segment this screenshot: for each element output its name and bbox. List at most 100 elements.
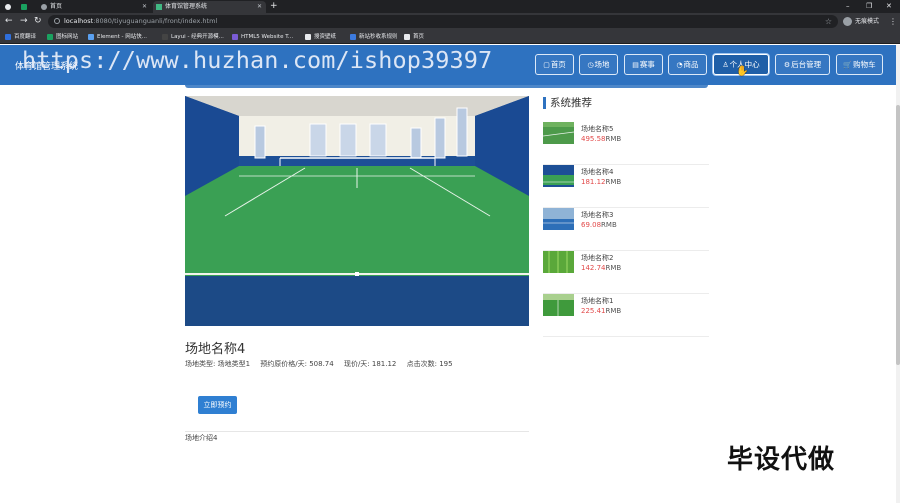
bookmark-label: 图标网站 [56,34,79,40]
chrome-icon [5,4,11,10]
nav-events-icon: ▤ [632,61,639,69]
nav-label: 首页 [550,60,566,69]
url-input[interactable]: localhost:8080/tiyuguanguanli/front/inde… [48,15,838,28]
price-currency: RMB [605,307,622,315]
page-scrollbar[interactable] [896,45,900,503]
price-value: 495.58 [581,135,606,143]
venue-image [185,96,529,326]
recommend-thumbnail[interactable] [543,165,574,187]
bookmark-item[interactable]: Layui - 经典开源模... [162,30,224,44]
bookmark-item[interactable]: 百度翻译 [5,30,36,44]
close-window-button[interactable]: ✕ [886,0,892,12]
nav-home-button[interactable]: ▢首页 [535,54,574,75]
venue-type: 场地类型: 场地类型1 [185,360,251,368]
nav-products-icon: ◔ [676,61,683,69]
venue-intro: 场地介绍4 [185,434,218,442]
nav-admin-button[interactable]: ⚙后台管理 [775,54,830,75]
recommend-name: 场地名称1 [581,297,614,305]
bookmark-label: Layui - 经典开源模... [171,34,224,40]
price-currency: RMB [605,178,622,186]
site-title: 体育馆管理系统 [15,62,79,72]
recommend-thumbnail[interactable] [543,122,574,144]
bookmark-star-icon[interactable]: ☆ [825,15,832,28]
recommend-item[interactable]: 场地名称5 495.58RMB [543,122,709,165]
bookmark-item[interactable]: 首页 [404,30,424,44]
recommend-price: 181.12RMB [581,178,621,186]
nav-cart-button[interactable]: 🛒购物车 [836,54,883,75]
browser-tab-strip: 首页 ✕ 体育馆管理系统 ✕ + – ❐ ✕ [0,0,900,13]
price-currency: RMB [605,135,622,143]
venue-click-count: 点击次数: 195 [406,360,453,368]
bookmark-item[interactable]: Element - 网站快... [88,30,147,44]
price-currency: RMB [601,221,617,229]
price-value: 181.12 [581,178,606,186]
nav-label: 商品 [683,60,699,69]
bookmark-favicon-icon [162,34,168,40]
bookmark-item[interactable]: 新站秒收系规则 [350,30,398,44]
tab-close-icon[interactable]: ✕ [142,1,147,13]
reload-icon[interactable]: ↻ [34,15,42,28]
new-tab-button[interactable]: + [270,0,278,12]
bookmark-label: HTML5 Website T... [241,34,294,40]
browser-tab-pinned-2[interactable] [18,1,34,13]
bookmark-item[interactable]: 图标网站 [47,30,78,44]
tab-close-icon[interactable]: ✕ [257,1,262,13]
browser-menu-icon[interactable]: ⋮ [889,15,897,28]
recommend-item[interactable]: 场地名称3 69.08RMB [543,208,709,251]
bookmark-label: 新站秒收系规则 [359,34,398,40]
price-value: 69.08 [581,221,602,229]
browser-tab-system[interactable]: 体育馆管理系统 ✕ [153,1,266,13]
bookmark-favicon-icon [350,34,356,40]
forward-icon[interactable]: → [20,15,28,28]
scrollbar-thumb[interactable] [896,105,900,365]
nav-home-icon: ▢ [543,61,550,69]
tab-title: 首页 [50,3,63,10]
recommend-name: 场地名称4 [581,168,614,176]
bookmark-label: 首页 [413,34,425,40]
bookmark-label: Element - 网站快... [97,34,147,40]
minimize-button[interactable]: – [846,0,850,12]
profile-label: 无痕模式 [855,18,880,25]
venue-title: 场地名称4 [185,342,246,357]
bookmarks-bar: 百度翻译 图标网站 Element - 网站快... Layui - 经典开源模...… [0,30,900,44]
price-currency: RMB [605,264,622,272]
recommend-thumbnail[interactable] [543,251,574,273]
incognito-icon [843,17,852,26]
venue-meta: 场地类型: 场地类型1 预约原价格/天: 508.74 现价/天: 181.12… [185,359,461,369]
recommend-thumbnail[interactable] [543,294,574,316]
recommend-item[interactable]: 场地名称2 142.74RMB [543,251,709,294]
mouse-cursor-icon: ✋ [736,66,749,77]
book-now-button[interactable]: 立即预约 [198,396,237,414]
recommend-price: 69.08RMB [581,221,617,229]
recommend-item[interactable]: 场地名称1 225.41RMB [543,294,709,337]
site-info-icon[interactable] [54,18,60,24]
venue-original-price: 预约原价格/天: 508.74 [260,360,334,368]
nav-admin-icon: ⚙ [783,61,791,69]
recommend-price: 495.58RMB [581,135,621,143]
recommend-item[interactable]: 场地名称4 181.12RMB [543,165,709,208]
url-text: localhost:8080/tiyuguanguanli/front/inde… [64,17,218,25]
nav-venues-icon: ◷ [587,61,594,69]
bookmark-favicon-icon [88,34,94,40]
nav-events-button[interactable]: ▤赛事 [624,54,663,75]
tab-title: 体育馆管理系统 [165,3,208,10]
recommend-name: 场地名称5 [581,125,614,133]
bookmark-favicon-icon [404,34,410,40]
browser-tab-pinned[interactable] [2,1,16,13]
nav-cart-icon: 🛒 [843,61,853,69]
content-top-bar [185,85,708,88]
recommend-price: 142.74RMB [581,264,621,272]
back-icon[interactable]: ← [5,15,13,28]
bookmark-item[interactable]: 搜资壁纸 [305,30,336,44]
site-header: 体育馆管理系统 ▢首页 ◷场地 ▤赛事 ◔商品 ♙个人中心 ⚙后台管理 🛒购物车 [0,45,896,85]
nav-venues-button[interactable]: ◷场地 [579,54,618,75]
maximize-button[interactable]: ❐ [866,0,872,12]
bookmark-label: 百度翻译 [14,34,37,40]
browser-tab-home[interactable]: 首页 ✕ [38,1,151,13]
recommend-thumbnail[interactable] [543,208,574,230]
venue-current-price: 现价/天: 181.12 [343,360,397,368]
nav-products-button[interactable]: ◔商品 [668,54,707,75]
corner-overlay-text: 毕设代做 [727,445,836,475]
bookmark-item[interactable]: HTML5 Website T... [232,30,293,44]
bookmark-favicon-icon [47,34,53,40]
